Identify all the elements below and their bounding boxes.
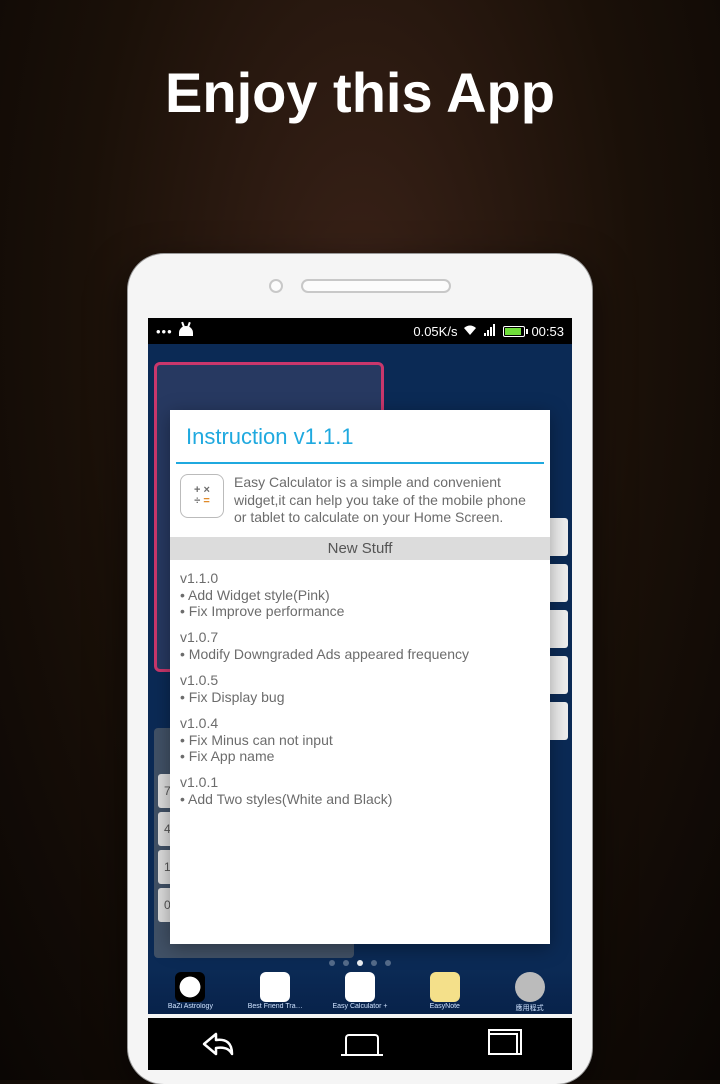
android-navbar (148, 1018, 572, 1070)
version-heading: v1.0.5 (180, 672, 540, 688)
changelog-item: Fix Display bug (180, 689, 540, 705)
dialog-title: Instruction v1.1.1 (170, 410, 550, 462)
overflow-icon: ••• (156, 324, 173, 339)
nav-back-button[interactable] (202, 1030, 236, 1058)
changelog-item: Add Two styles(White and Black) (180, 791, 540, 807)
battery-icon (503, 326, 525, 337)
changelog-item: Fix Improve performance (180, 603, 540, 619)
hero-headline: Enjoy this App (0, 60, 720, 125)
page-indicator (148, 960, 572, 966)
changelog-item: Modify Downgraded Ads appeared frequency (180, 646, 540, 662)
app-icon: + × ÷ = (180, 474, 224, 518)
instruction-dialog: Instruction v1.1.1 + × ÷ = Easy Calculat… (170, 410, 550, 944)
network-speed: 0.05K/s (413, 324, 457, 339)
changelog-item: Fix Minus can not input (180, 732, 540, 748)
intro-text: Easy Calculator is a simple and convenie… (234, 474, 540, 527)
version-heading: v1.0.4 (180, 715, 540, 731)
clock: 00:53 (531, 324, 564, 339)
android-icon (179, 326, 193, 336)
new-stuff-header: New Stuff (170, 537, 550, 560)
wifi-icon (463, 324, 477, 339)
changelog-list: v1.1.0Add Widget style(Pink)Fix Improve … (180, 570, 540, 807)
version-heading: v1.0.7 (180, 629, 540, 645)
app-dock: BaZi Astrology Best Friend Tra… Easy Cal… (148, 970, 572, 1014)
phone-frame: ••• 0.05K/s 00:53 78 4 1 (128, 254, 592, 1084)
version-heading: v1.1.0 (180, 570, 540, 586)
front-camera-icon (269, 279, 283, 293)
dock-app[interactable]: BaZi Astrology (158, 972, 222, 1010)
nav-recent-button[interactable] (488, 1033, 518, 1055)
device-screen: ••• 0.05K/s 00:53 78 4 1 (148, 318, 572, 1014)
phone-earpiece (128, 254, 592, 318)
dock-app[interactable]: 應用程式 (498, 972, 562, 1013)
dialog-body[interactable]: + × ÷ = Easy Calculator is a simple and … (170, 464, 550, 811)
nav-home-button[interactable] (345, 1034, 379, 1054)
speaker-grille-icon (301, 279, 451, 293)
changelog-item: Add Widget style(Pink) (180, 587, 540, 603)
dock-app[interactable]: Easy Calculator + (328, 972, 392, 1010)
dock-app[interactable]: EasyNote (413, 972, 477, 1010)
status-bar: ••• 0.05K/s 00:53 (148, 318, 572, 344)
dock-app[interactable]: Best Friend Tra… (243, 972, 307, 1010)
changelog-item: Fix App name (180, 748, 540, 764)
version-heading: v1.0.1 (180, 774, 540, 790)
signal-icon (483, 324, 497, 339)
